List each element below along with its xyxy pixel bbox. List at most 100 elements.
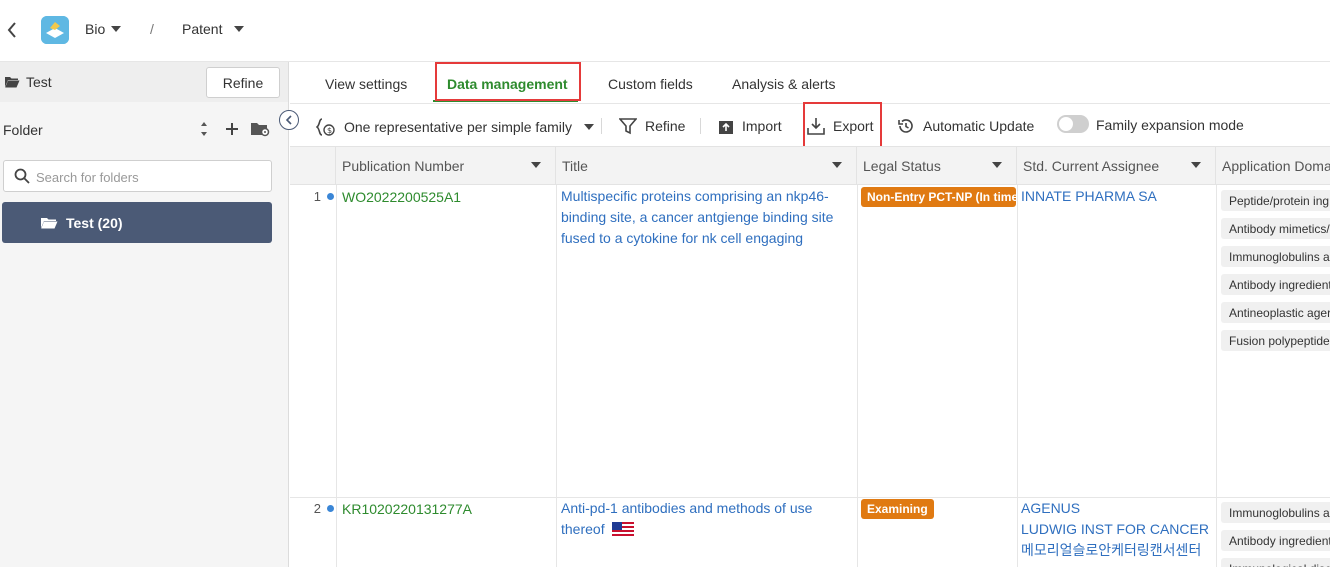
refine-button[interactable]: Refine	[619, 117, 685, 135]
highlight-box	[435, 62, 581, 101]
chevron-down-icon	[111, 26, 121, 32]
svg-text:$: $	[327, 126, 332, 135]
domain-tag[interactable]: Immunoglobulins a	[1221, 502, 1330, 523]
domain-tag[interactable]: Antineoplastic ager	[1221, 302, 1330, 323]
folder-label: Folder	[3, 122, 43, 138]
row-number: 2	[290, 501, 334, 516]
assignee-link[interactable]: AGENUS	[1021, 498, 1216, 519]
family-mode-dropdown[interactable]: $ One representative per simple family	[316, 117, 594, 137]
domain-tag[interactable]: Fusion polypeptide	[1221, 330, 1330, 351]
column-divider	[336, 185, 337, 567]
legal-status-badge: Non-Entry PCT-NP (In time	[861, 187, 1016, 207]
chevron-down-icon	[234, 26, 244, 32]
history-icon	[897, 117, 915, 135]
row-number-text: 1	[314, 189, 321, 204]
import-icon	[718, 117, 734, 135]
import-label: Import	[742, 118, 782, 134]
column-header-assignee[interactable]: Std. Current Assignee	[1017, 147, 1216, 185]
table-header: Publication Number Title Legal Status St…	[290, 146, 1330, 185]
toolbar-divider	[601, 118, 602, 134]
breadcrumb-bio[interactable]: Bio	[85, 21, 121, 37]
toolbar-divider	[700, 118, 701, 134]
highlight-box	[803, 102, 882, 148]
domain-tag[interactable]: Immunological disc	[1221, 558, 1330, 567]
folder-search-input[interactable]	[36, 166, 266, 188]
automatic-update-button[interactable]: Automatic Update	[897, 117, 1034, 135]
column-header-label: Application Doma	[1222, 158, 1330, 174]
automatic-update-label: Automatic Update	[923, 118, 1034, 134]
import-button[interactable]: Import	[718, 117, 782, 135]
title-link[interactable]: Anti-pd-1 antibodies and methods of use …	[561, 498, 846, 540]
folder-open-icon	[40, 216, 58, 230]
folder-settings-icon[interactable]	[250, 119, 270, 139]
column-header-label: Legal Status	[863, 158, 941, 174]
publication-number-link[interactable]: WO2022200525A1	[342, 189, 461, 205]
row-number-text: 2	[314, 501, 321, 516]
add-folder-icon[interactable]	[222, 119, 242, 139]
domain-tag[interactable]: Immunoglobulins a	[1221, 246, 1330, 267]
app-logo-icon	[41, 16, 69, 44]
chevron-down-icon[interactable]	[531, 162, 541, 168]
unread-dot-icon	[327, 193, 334, 200]
assignee-link[interactable]: INNATE PHARMA SA	[1021, 186, 1216, 207]
sidebar-header: Test Refine	[0, 62, 288, 102]
chevron-down-icon[interactable]	[1191, 162, 1201, 168]
folder-item-test[interactable]: Test (20)	[2, 202, 272, 243]
filter-icon	[619, 117, 637, 135]
assignee-link[interactable]: LUDWIG INST FOR CANCER	[1021, 519, 1216, 540]
sidebar-refine-button[interactable]: Refine	[206, 67, 280, 98]
column-divider	[857, 185, 858, 567]
sidebar-title-text: Test	[26, 74, 52, 90]
folder-sidebar: Test Refine Folder Test (20)	[0, 62, 289, 567]
column-header-legal-status[interactable]: Legal Status	[857, 147, 1017, 185]
breadcrumb-patent[interactable]: Patent	[182, 21, 244, 37]
row-number-header	[290, 147, 336, 185]
refine-label: Refine	[645, 118, 685, 134]
chevron-down-icon[interactable]	[992, 162, 1002, 168]
breadcrumb-bio-label: Bio	[85, 21, 105, 37]
breadcrumb-separator: /	[150, 21, 154, 37]
tab-analysis-alerts[interactable]: Analysis & alerts	[732, 76, 835, 92]
us-flag-icon	[612, 522, 634, 536]
family-expansion-toggle[interactable]	[1057, 115, 1089, 133]
publication-number-link[interactable]: KR1020220131277A	[342, 501, 472, 517]
unread-dot-icon	[327, 505, 334, 512]
top-bar: Bio / Patent	[0, 0, 1330, 62]
patent-table: Publication Number Title Legal Status St…	[290, 146, 1330, 567]
family-mode-label: One representative per simple family	[344, 119, 572, 135]
chevron-down-icon	[584, 124, 594, 130]
family-representative-icon: $	[316, 117, 336, 137]
search-icon	[14, 168, 30, 184]
folder-item-label: Test (20)	[66, 215, 123, 231]
chevron-down-icon[interactable]	[832, 162, 842, 168]
column-header-label: Title	[562, 158, 588, 174]
column-header-title[interactable]: Title	[556, 147, 857, 185]
tab-custom-fields[interactable]: Custom fields	[608, 76, 693, 92]
column-header-label: Std. Current Assignee	[1023, 158, 1159, 174]
title-text: Anti-pd-1 antibodies and methods of use …	[561, 500, 812, 537]
title-link[interactable]: Multispecific proteins comprising an nkp…	[561, 186, 846, 249]
column-divider	[1216, 185, 1217, 567]
domain-tag[interactable]: Antibody ingredient	[1221, 530, 1330, 551]
domain-tag[interactable]: Antibody mimetics/	[1221, 218, 1330, 239]
column-divider	[556, 185, 557, 567]
sidebar-title: Test	[4, 74, 52, 90]
row-number: 1	[290, 189, 334, 204]
breadcrumb-patent-label: Patent	[182, 21, 222, 37]
column-header-label: Publication Number	[342, 158, 464, 174]
collapse-sidebar-icon[interactable]	[279, 110, 299, 130]
tab-view-settings[interactable]: View settings	[325, 76, 407, 92]
folder-search-field[interactable]	[3, 160, 272, 192]
domain-tag[interactable]: Peptide/protein ing	[1221, 190, 1330, 211]
back-icon[interactable]	[4, 20, 20, 40]
column-divider	[1017, 185, 1018, 567]
family-expansion-text: Family expansion mode	[1096, 117, 1244, 133]
sort-icon[interactable]	[194, 119, 214, 139]
family-expansion-label: Family expansion mode	[1096, 117, 1244, 133]
folder-open-icon	[4, 75, 20, 89]
domain-tag[interactable]: Antibody ingredient	[1221, 274, 1330, 295]
column-header-publication-number[interactable]: Publication Number	[336, 147, 556, 185]
legal-status-badge: Examining	[861, 499, 934, 519]
column-header-application-domain[interactable]: Application Doma	[1216, 147, 1330, 185]
assignee-link[interactable]: 메모리얼슬로안케터링캔서센터	[1021, 540, 1216, 561]
